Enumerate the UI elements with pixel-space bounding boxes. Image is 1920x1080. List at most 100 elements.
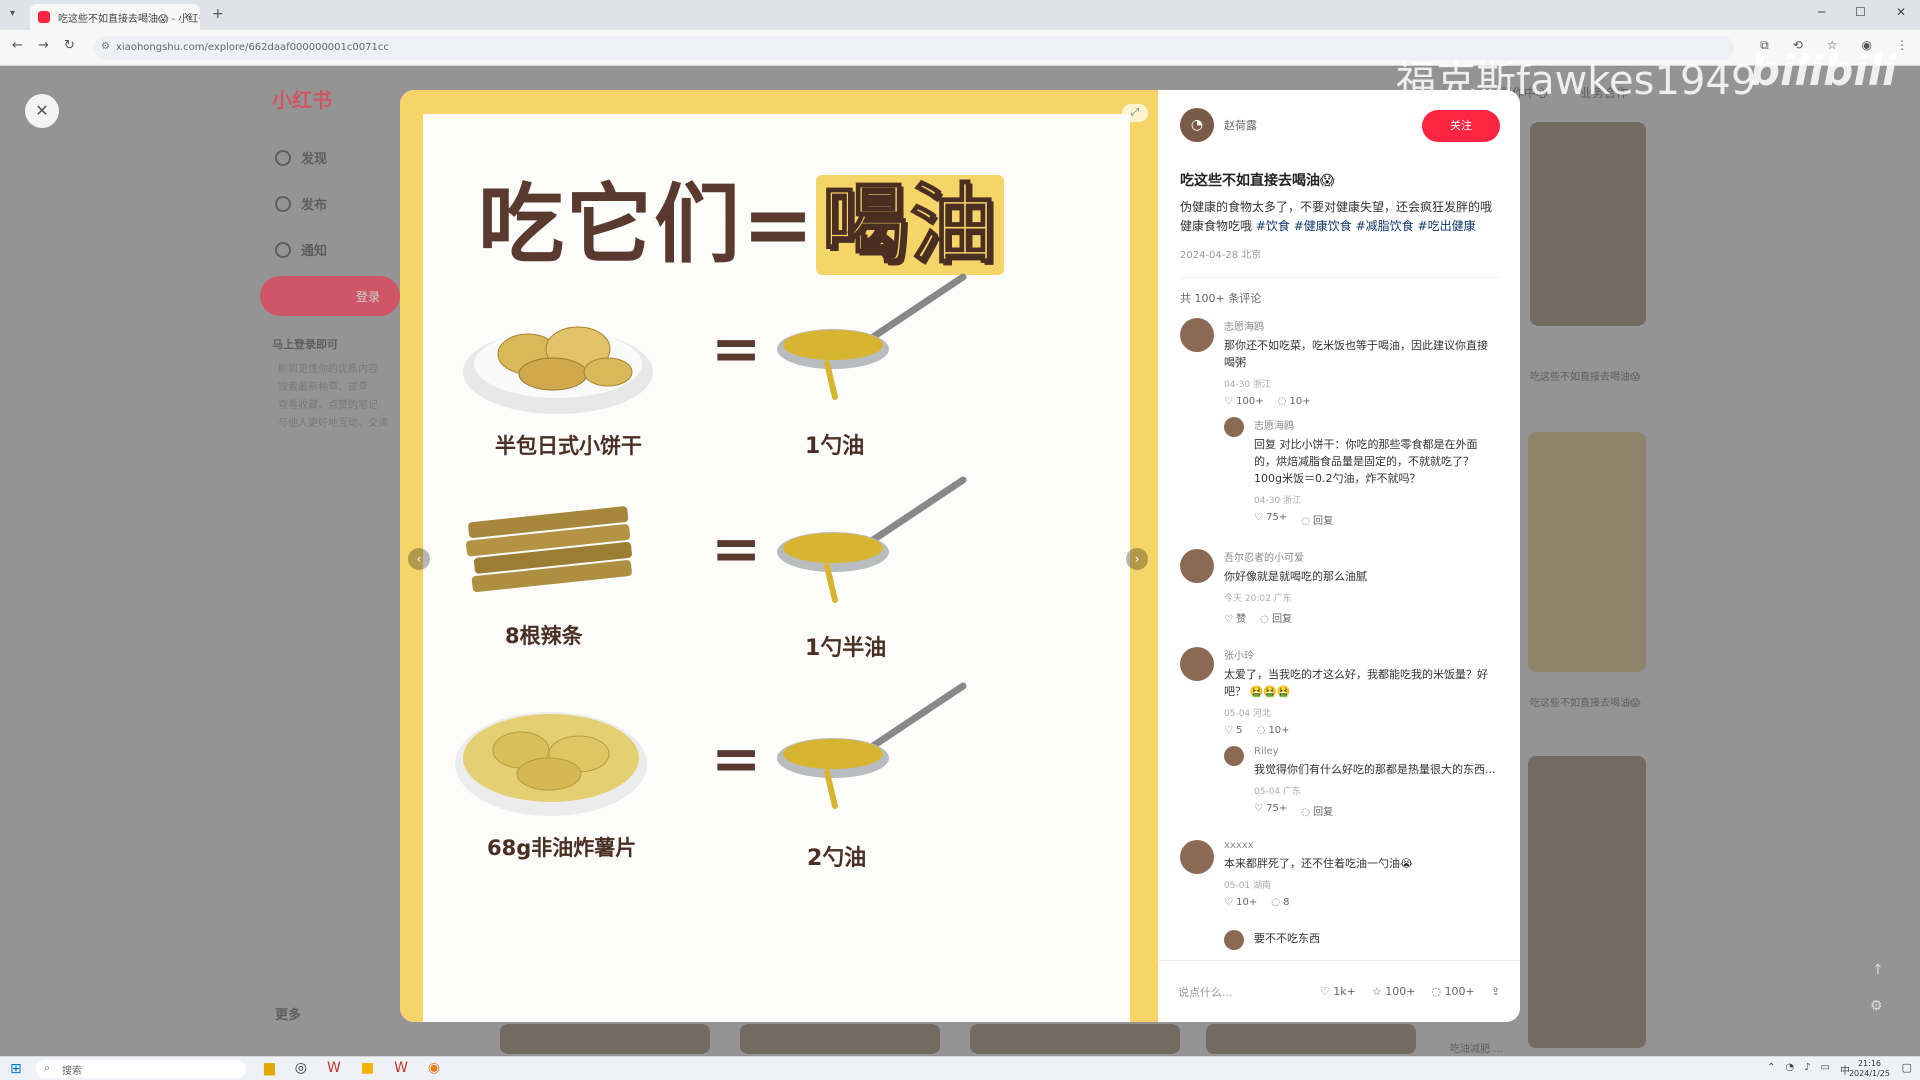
note-description: 伪健康的食物太多了，不要对健康失望，还会疯狂发胖的哦健康食物吃哦 #饮食 #健康… — [1180, 198, 1498, 236]
new-tab-button[interactable]: + — [212, 6, 224, 22]
comment-reply-button[interactable]: ◌ 回复 — [1260, 610, 1292, 625]
commenter-name[interactable]: xxxxx — [1224, 840, 1498, 851]
tab-menu-icon[interactable]: ▾ — [10, 8, 15, 19]
comment-like-button[interactable]: ♡ 赞 — [1224, 610, 1246, 625]
commenter-name[interactable]: Riley — [1254, 746, 1498, 757]
author-avatar[interactable]: ◔ — [1180, 108, 1214, 142]
sidebar-item-discover[interactable]: 发现 — [275, 148, 327, 167]
hashtag[interactable]: #减脂饮食 — [1356, 219, 1414, 233]
browser-tab[interactable]: 吃这些不如直接去喝油😱 - 小红书 × — [30, 4, 200, 30]
comment-input[interactable]: 说点什么... — [1178, 984, 1304, 1000]
comment-like-button[interactable]: ♡ 75+ — [1254, 512, 1287, 527]
tray-icon[interactable]: ⌃ — [1767, 1062, 1775, 1077]
note-poster-image: 吃它们=喝油 半包日式小饼干 = 1勺油 8根辣条 = 1勺半油 68g非油炸薯… — [423, 114, 1130, 1022]
commenter-name[interactable]: 张小玲 — [1224, 647, 1498, 662]
commenter-name[interactable]: 吾尔忍者的小可爱 — [1224, 549, 1498, 564]
comment-button[interactable]: ◌ 100+ — [1431, 985, 1474, 998]
comment-meta: 05-04 河北 — [1224, 709, 1272, 719]
sidebar-item-publish[interactable]: 发布 — [275, 194, 327, 213]
fullscreen-icon[interactable]: ⤢ — [1122, 104, 1148, 122]
comment-text: 太爱了，当我吃的才这么好，我都能吃我的米饭量？好吧？ 🤮🤮🤮 — [1224, 668, 1488, 698]
reply-count: 10+ — [1289, 396, 1311, 407]
share-icon[interactable]: ⇪ — [1491, 985, 1500, 998]
app-icon[interactable]: ◎ — [295, 1060, 307, 1076]
more-menu[interactable]: 更多 — [275, 1004, 301, 1023]
site-info-icon[interactable]: ⚙ — [101, 41, 110, 52]
app-icon[interactable]: ■ — [361, 1060, 374, 1076]
wps-icon[interactable]: W — [327, 1060, 341, 1076]
commenter-name[interactable]: 志愿海鸥 — [1254, 417, 1498, 432]
menu-kebab-icon[interactable]: ⋮ — [1896, 38, 1908, 53]
comment-item: 张小玲 太爱了，当我吃的才这么好，我都能吃我的米饭量？好吧？ 🤮🤮🤮 05-04… — [1180, 647, 1498, 818]
sidebar-item-notifications[interactable]: 通知 — [275, 240, 327, 259]
follow-button[interactable]: 关注 — [1422, 110, 1500, 142]
comment-like-button[interactable]: ♡ 75+ — [1254, 803, 1287, 818]
file-explorer-icon[interactable]: ▆ — [264, 1060, 275, 1076]
close-window-icon[interactable]: ✕ — [1896, 5, 1906, 19]
maximize-icon[interactable]: ☐ — [1855, 5, 1866, 19]
browser-tab-bar: ▾ 吃这些不如直接去喝油😱 - 小红书 × + ─ ☐ ✕ — [0, 0, 1920, 30]
commenter-avatar[interactable] — [1180, 318, 1214, 352]
note-title: 吃这些不如直接去喝油😱 — [1180, 173, 1335, 189]
browser-icon[interactable]: ◉ — [428, 1060, 440, 1076]
comment-reply-button[interactable]: ◌ 回复 — [1301, 803, 1333, 818]
author-name[interactable]: 赵荷露 — [1224, 117, 1257, 133]
author-info[interactable]: ◔ 赵荷露 — [1180, 108, 1257, 142]
reply-label: 回复 — [1313, 516, 1334, 527]
commenter-avatar[interactable] — [1224, 930, 1244, 950]
comment-item: xxxxx 本来都胖死了，还不住着吃油一勺油😭 05-01 湖南 ♡ 10+ ◌… — [1180, 840, 1498, 908]
comment-reply-button[interactable]: ◌ 8 — [1271, 897, 1289, 908]
comment-like-button[interactable]: ♡ 10+ — [1224, 897, 1257, 908]
comment-reply-button[interactable]: ◌ 10+ — [1257, 725, 1290, 736]
windows-start-icon[interactable]: ⊞ — [10, 1061, 22, 1077]
comment-reply-button[interactable]: ◌ 10+ — [1278, 396, 1311, 407]
comment-actions: ♡ 赞 ◌ 回复 — [1224, 610, 1498, 625]
comment-meta: 04-30 浙江 — [1224, 380, 1272, 390]
cookies-plate-image — [463, 326, 653, 414]
back-icon[interactable]: ← — [12, 38, 23, 53]
like-count: 5 — [1236, 725, 1243, 736]
comment-text: 回复 对比小饼干：你吃的那些零食都是在外面的，烘焙减脂食品量是固定的，不就就吃了… — [1254, 438, 1478, 485]
commenter-name[interactable]: 志愿海鸥 — [1224, 318, 1498, 333]
prev-image-button[interactable]: ‹ — [408, 548, 430, 570]
next-image-button[interactable]: › — [1126, 548, 1148, 570]
taskbar-search[interactable]: ⌕ 搜索 — [36, 1060, 246, 1078]
note-content-scroll[interactable]: 吃这些不如直接去喝油😱 伪健康的食物太多了，不要对健康失望，还会疯狂发胖的哦健康… — [1158, 160, 1520, 960]
hashtag[interactable]: #健康饮食 — [1294, 219, 1352, 233]
login-button[interactable]: 登录 — [260, 276, 400, 316]
login-hint: 刷到更懂你的优质内容 — [278, 364, 378, 375]
commenter-avatar[interactable] — [1180, 647, 1214, 681]
reload-icon[interactable]: ↻ — [64, 38, 75, 53]
comment-like-button[interactable]: ♡ 100+ — [1224, 396, 1264, 407]
collect-count: 100+ — [1385, 985, 1416, 998]
wps-icon[interactable]: W — [394, 1060, 408, 1076]
settings-icon[interactable]: ⚙ — [1870, 998, 1883, 1014]
battery-icon[interactable]: ▭ — [1821, 1062, 1830, 1077]
site-logo[interactable]: 小红书 — [272, 84, 332, 113]
oil-spoon-image — [777, 476, 967, 603]
collect-button[interactable]: ☆ 100+ — [1372, 985, 1416, 998]
search-placeholder: 搜索 — [62, 1066, 82, 1077]
volume-icon[interactable]: ♪ — [1804, 1062, 1810, 1077]
comment-text: 我觉得你们有什么好吃的那都是热量很大的东西... — [1254, 763, 1496, 776]
commenter-avatar[interactable] — [1180, 549, 1214, 583]
commenter-avatar[interactable] — [1224, 417, 1244, 437]
close-modal-button[interactable]: ✕ — [25, 94, 59, 128]
comment-reply-button[interactable]: ◌ 回复 — [1301, 512, 1333, 527]
back-to-top-icon[interactable]: ↑ — [1872, 962, 1884, 978]
hashtag[interactable]: #饮食 — [1256, 219, 1290, 233]
close-tab-icon[interactable]: × — [183, 9, 192, 22]
minimize-icon[interactable]: ─ — [1818, 5, 1825, 19]
taskbar-clock[interactable]: 21:16 2024/1/25 — [1849, 1059, 1890, 1079]
hashtag[interactable]: #吃出健康 — [1418, 219, 1476, 233]
commenter-avatar[interactable] — [1224, 746, 1244, 766]
comment-text: 本来都胖死了，还不住着吃油一勺油😭 — [1224, 857, 1413, 870]
like-button[interactable]: ♡ 1k+ — [1320, 985, 1356, 998]
comment-like-button[interactable]: ♡ 5 — [1224, 725, 1243, 736]
forward-icon[interactable]: → — [38, 38, 49, 53]
commenter-avatar[interactable] — [1180, 840, 1214, 874]
notification-icon[interactable]: ▢ — [1902, 1061, 1912, 1074]
comment-text: 你好像就是就喝吃的那么油腻 — [1224, 570, 1367, 583]
login-hint: 查看收藏、点赞的笔记 — [278, 400, 378, 411]
network-icon[interactable]: ◔ — [1785, 1062, 1794, 1077]
